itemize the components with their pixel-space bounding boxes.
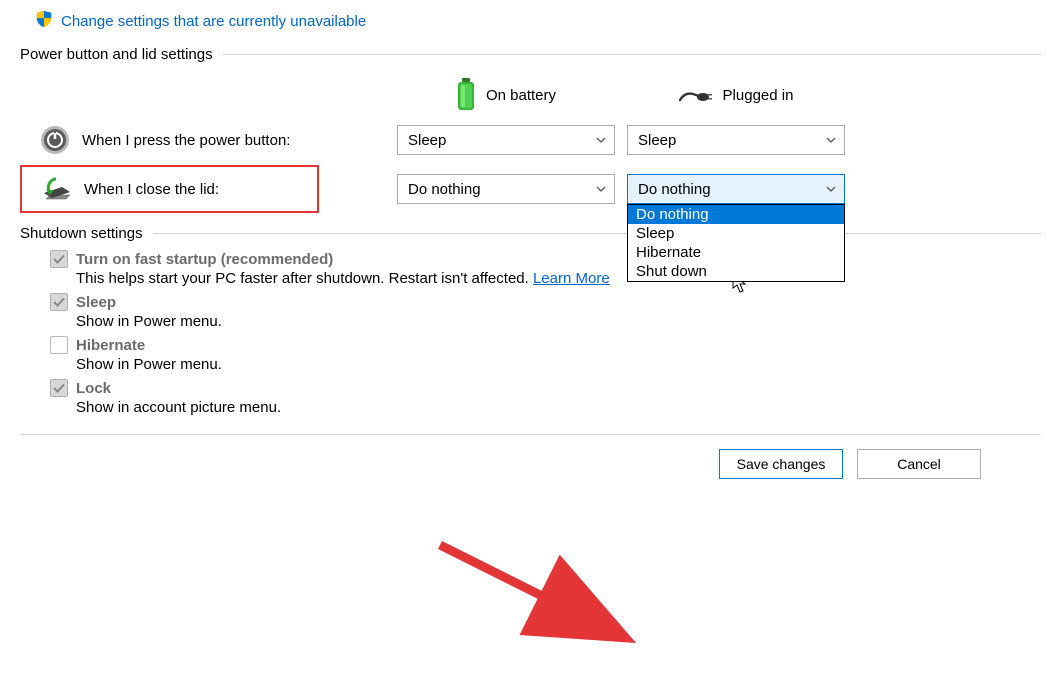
fast-startup-label: Turn on fast startup (recommended) <box>76 251 333 268</box>
save-changes-button[interactable]: Save changes <box>719 449 843 479</box>
plug-icon <box>679 86 713 104</box>
fast-startup-checkbox[interactable] <box>50 250 68 268</box>
power-plugged-dropdown[interactable]: Sleep <box>627 125 845 155</box>
battery-icon <box>456 78 476 112</box>
row-power-button: When I press the power button: <box>20 119 385 161</box>
change-settings-link[interactable]: Change settings that are currently unava… <box>61 13 366 30</box>
fast-startup-desc: This helps start your PC faster after sh… <box>76 270 533 287</box>
power-button-label: When I press the power button: <box>82 132 290 149</box>
lid-battery-value: Do nothing <box>408 181 481 198</box>
divider <box>223 54 1041 55</box>
chevron-down-icon <box>596 137 606 143</box>
dropdown-option[interactable]: Shut down <box>628 262 844 281</box>
column-header-plugged: Plugged in <box>627 71 845 119</box>
plugged-label: Plugged in <box>723 87 794 104</box>
dropdown-option[interactable]: Do nothing <box>628 205 844 224</box>
close-lid-label: When I close the lid: <box>84 181 219 198</box>
power-battery-value: Sleep <box>408 132 446 149</box>
section-power-title: Power button and lid settings <box>20 46 213 63</box>
hibernate-label: Hibernate <box>76 337 145 354</box>
lid-plugged-dropdown-list[interactable]: Do nothingSleepHibernateShut down <box>627 204 845 282</box>
hibernate-desc: Show in Power menu. <box>76 356 1041 373</box>
section-shutdown-title: Shutdown settings <box>20 225 143 242</box>
laptop-lid-icon <box>40 177 72 201</box>
sleep-label: Sleep <box>76 294 116 311</box>
row-close-lid: When I close the lid: <box>20 165 319 213</box>
dropdown-option[interactable]: Sleep <box>628 224 844 243</box>
cancel-button[interactable]: Cancel <box>857 449 981 479</box>
column-header-battery: On battery <box>397 71 615 119</box>
lock-desc: Show in account picture menu. <box>76 399 1041 416</box>
learn-more-link[interactable]: Learn More <box>533 270 610 287</box>
shield-icon <box>35 10 53 32</box>
chevron-down-icon <box>826 186 836 192</box>
dropdown-option[interactable]: Hibernate <box>628 243 844 262</box>
lid-plugged-value: Do nothing <box>638 181 711 198</box>
lid-plugged-dropdown[interactable]: Do nothing <box>627 174 845 204</box>
power-plugged-value: Sleep <box>638 132 676 149</box>
power-battery-dropdown[interactable]: Sleep <box>397 125 615 155</box>
annotation-arrow <box>430 535 650 655</box>
lock-label: Lock <box>76 380 111 397</box>
battery-label: On battery <box>486 87 556 104</box>
lock-checkbox[interactable] <box>50 379 68 397</box>
sleep-desc: Show in Power menu. <box>76 313 1041 330</box>
chevron-down-icon <box>826 137 836 143</box>
divider <box>153 233 1041 234</box>
chevron-down-icon <box>596 186 606 192</box>
sleep-checkbox[interactable] <box>50 293 68 311</box>
lid-battery-dropdown[interactable]: Do nothing <box>397 174 615 204</box>
power-button-icon <box>40 125 70 155</box>
hibernate-checkbox[interactable] <box>50 336 68 354</box>
